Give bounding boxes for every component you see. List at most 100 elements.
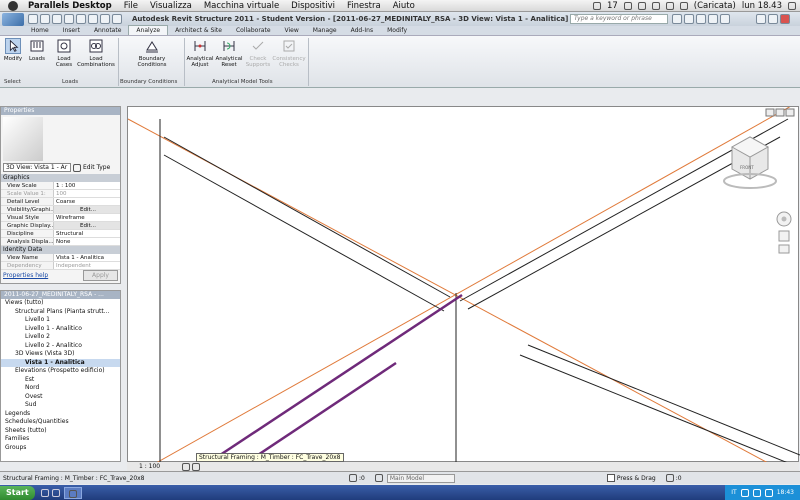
restore-icon[interactable] [768,14,778,24]
zoom-icon[interactable] [778,230,790,242]
language-indicator[interactable]: IT [731,489,736,496]
menu-dispositivi[interactable]: Dispositivi [291,1,335,11]
analytical-adjust-button[interactable]: Analytical Adjust [186,38,214,68]
tray-icon[interactable] [752,488,761,497]
menu-aiuto[interactable]: Aiuto [393,1,415,11]
tab-insert[interactable]: Insert [56,26,87,35]
apple-icon[interactable] [8,0,18,11]
binoculars-icon[interactable] [672,14,682,24]
battery-icon[interactable] [679,2,688,10]
browser-node[interactable]: Elevations (Prospetto edificio) [1,367,120,376]
mail-icon[interactable] [592,2,601,10]
analytical-model-view[interactable]: FRONT [128,107,800,463]
browser-node[interactable]: Ovest [1,393,120,402]
tray-icon[interactable] [740,488,749,497]
browser-node[interactable]: Legends [1,410,120,419]
prop-row[interactable]: Visibility/Graphi... Edit... [1,206,120,214]
browser-node[interactable]: Livello 2 [1,333,120,342]
prop-row[interactable]: Analysis Displa... None [1,238,120,246]
view-scale[interactable]: 1 : 100 [139,463,160,470]
viewport-controls[interactable] [765,108,795,117]
bluetooth-icon[interactable] [637,2,646,10]
tab-architect-site[interactable]: Architect & Site [168,26,229,35]
section-identity-data[interactable]: Identity Data [1,246,120,254]
boundary-conditions-button[interactable]: Boundary Conditions [132,38,172,68]
menu-finestra[interactable]: Finestra [347,1,381,11]
browser-node[interactable]: Livello 1 [1,316,120,325]
analytical-reset-button[interactable]: Analytical Reset [214,38,244,68]
graphic-display-edit-button[interactable]: Edit... [53,222,120,229]
tray-icon[interactable] [764,488,773,497]
load-combinations-button[interactable]: Load Combinations [76,38,116,68]
selected-beam[interactable] [245,361,397,463]
qat-open-icon[interactable] [28,14,38,24]
tab-manage[interactable]: Manage [306,26,344,35]
navigation-bar[interactable] [776,211,792,254]
volume-icon[interactable] [665,2,674,10]
consistency-checks-button[interactable]: Consistency Checks [272,38,306,68]
close-icon[interactable] [780,14,790,24]
check-supports-button[interactable]: Check Supports [244,38,272,68]
tab-modify[interactable]: Modify [380,26,414,35]
worksets-icon[interactable] [349,474,357,482]
zoom-options-icon[interactable] [778,244,790,254]
browser-node[interactable]: Livello 2 - Analitico [1,342,120,351]
revit-app-menu-icon[interactable] [2,12,24,26]
prop-row[interactable]: Detail Level Coarse [1,198,120,206]
tab-annotate[interactable]: Annotate [87,26,128,35]
tab-add-ins[interactable]: Add-Ins [344,26,380,35]
wifi-icon[interactable] [651,2,660,10]
qat-redo-icon[interactable] [64,14,74,24]
quicklaunch-icon[interactable] [40,488,49,497]
qat-3d-icon[interactable] [88,14,98,24]
prop-row[interactable]: Discipline Structural [1,230,120,238]
qat-measure-icon[interactable] [76,14,86,24]
spotlight-icon[interactable] [788,2,796,10]
browser-node[interactable]: Structural Plans (Pianta strutt... [1,308,120,317]
browser-node[interactable]: Nord [1,384,120,393]
browser-node[interactable]: Livello 1 - Analitico [1,325,120,334]
start-button[interactable]: Start [0,485,35,500]
menu-macchina-virtuale[interactable]: Macchina virtuale [204,1,279,11]
prop-row[interactable]: Graphic Display... Edit... [1,222,120,230]
timemachine-icon[interactable] [623,2,632,10]
loads-button[interactable]: Loads [26,38,48,62]
viewcube[interactable]: FRONT [723,136,777,189]
design-option-dropdown[interactable]: Main Model [386,473,455,483]
browser-node[interactable]: Families [1,435,120,444]
type-selector-dropdown[interactable]: 3D View: Vista 1 - Ar [3,163,71,172]
menubar-clock[interactable]: lun 18.43 [742,1,782,11]
design-options-icon[interactable] [374,474,383,482]
search-input[interactable]: Type a keyword or phrase [570,14,668,24]
press-drag-checkbox[interactable] [606,474,615,482]
viewport-close-icon[interactable] [785,108,795,117]
browser-node[interactable]: Sud [1,401,120,410]
qat-save-icon[interactable] [40,14,50,24]
prop-row[interactable]: Visual Style Wireframe [1,214,120,222]
properties-help-link[interactable]: Properties help [3,272,48,279]
minimize-icon[interactable] [756,14,766,24]
menu-visualizza[interactable]: Visualizza [150,1,192,11]
communication-icon[interactable] [696,14,706,24]
apply-button[interactable]: Apply [83,270,118,281]
browser-node[interactable]: 3D Views (Vista 3D) [1,350,120,359]
tab-view[interactable]: View [278,26,306,35]
favorites-icon[interactable] [708,14,718,24]
browser-node[interactable]: Schedules/Quantities [1,418,120,427]
browser-node[interactable]: Vista 1 - Analitica [1,358,120,367]
menu-app-name[interactable]: Parallels Desktop [28,1,112,11]
browser-node[interactable]: Est [1,376,120,385]
tab-collaborate[interactable]: Collaborate [229,26,278,35]
menu-file[interactable]: File [124,1,138,11]
quicklaunch-icon[interactable] [51,488,60,497]
modify-button[interactable]: Modify [3,38,23,62]
viewport-minimize-icon[interactable] [765,108,775,117]
selected-beam[interactable] [207,293,463,463]
edit-type-button[interactable]: Edit Type [83,164,110,171]
drawing-canvas[interactable]: FRONT [127,106,800,463]
qat-dropdown-icon[interactable] [112,14,122,24]
browser-node[interactable]: Groups [1,444,120,453]
filter-icon[interactable] [665,474,674,482]
qat-text-icon[interactable] [100,14,110,24]
qat-undo-icon[interactable] [52,14,62,24]
